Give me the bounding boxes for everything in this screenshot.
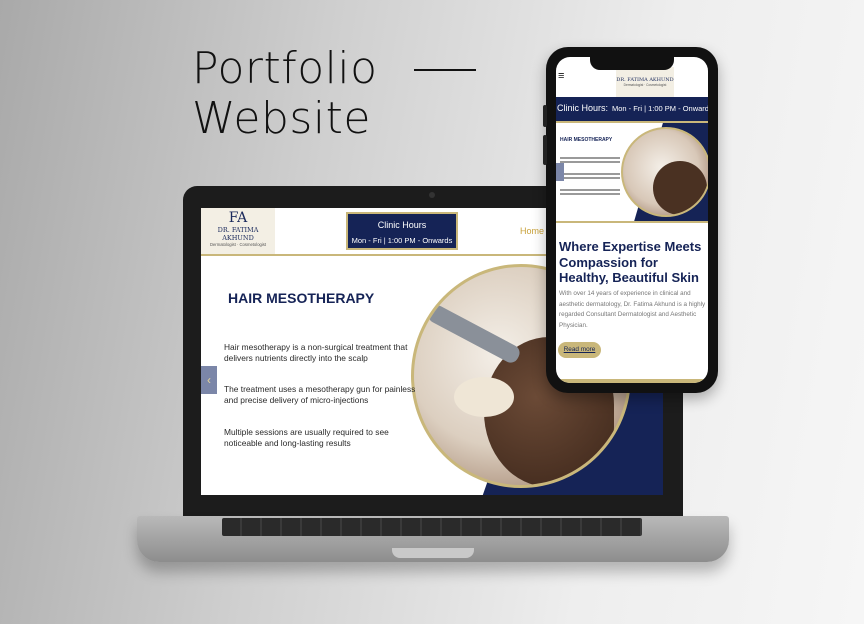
headline-line-1: Portfolio xyxy=(192,43,378,94)
headline-dash xyxy=(414,69,476,71)
mobile-logo-subtitle: Dermatologist · Cosmetologist xyxy=(623,83,667,87)
mobile-clinic-hours-title: Clinic Hours: xyxy=(557,103,609,113)
slide-point-3: Multiple sessions are usually required t… xyxy=(224,427,389,448)
mobile-slide-text-line xyxy=(560,177,620,179)
mobile-slide-text-line xyxy=(560,173,620,175)
hamburger-menu-icon[interactable]: ≡ xyxy=(558,70,564,82)
mobile-slide-text-line xyxy=(560,189,620,191)
hero-image-device xyxy=(425,302,523,366)
phone-screen: ≡ DR. FATIMA AKHUND Dermatologist · Cosm… xyxy=(556,57,708,383)
logo-name: DR. FATIMA AKHUND xyxy=(217,226,259,242)
clinic-hours-value: Mon - Fri | 1:00 PM - Onwards xyxy=(351,236,453,245)
slide-point-2: The treatment uses a mesotherapy gun for… xyxy=(224,384,416,405)
headline-line-2: Website xyxy=(192,93,371,144)
mobile-clinic-hours-value: Mon - Fri | 1:00 PM - Onward xyxy=(612,104,708,113)
mobile-slide-image-hair xyxy=(653,161,707,215)
hero-image-glove xyxy=(454,377,514,417)
headline: Portfolio Website xyxy=(192,43,476,144)
laptop-keyboard xyxy=(222,518,642,536)
phone-notch xyxy=(590,56,674,70)
mobile-slide-prev-arrow[interactable] xyxy=(556,163,564,181)
laptop-camera xyxy=(429,192,435,198)
logo-subtitle: Dermatologist · Cosmetologist xyxy=(209,242,267,247)
logo-monogram: FA xyxy=(228,210,248,226)
mobile-hero-paragraph: With over 14 years of experience in clin… xyxy=(559,290,706,329)
mobile-slide: HAIR MESOTHERAPY xyxy=(556,123,708,223)
mobile-clinic-hours-bar: Clinic Hours: Mon - Fri | 1:00 PM - Onwa… xyxy=(556,97,708,123)
mobile-slide-image xyxy=(621,127,708,217)
nav-home-link[interactable]: Home xyxy=(520,226,544,236)
mobile-slide-text-line xyxy=(560,193,620,195)
mobile-slide-text-line xyxy=(560,157,620,159)
slide-prev-arrow[interactable]: ‹ xyxy=(201,366,217,394)
mobile-slide-text-line xyxy=(560,161,620,163)
clinic-hours-title: Clinic Hours xyxy=(377,220,427,230)
phone-volume-button xyxy=(543,105,547,127)
slide-title: HAIR MESOTHERAPY xyxy=(228,290,375,306)
mobile-slide-title: HAIR MESOTHERAPY xyxy=(560,137,613,143)
phone-volume-button xyxy=(543,135,547,165)
read-more-button[interactable]: Read more xyxy=(558,342,601,358)
slide-point-1: Hair mesotherapy is a non-surgical treat… xyxy=(224,342,408,363)
mobile-bottom-border xyxy=(556,379,708,383)
desktop-logo[interactable]: FA DR. FATIMA AKHUND Dermatologist · Cos… xyxy=(201,208,275,254)
mobile-logo[interactable]: DR. FATIMA AKHUND Dermatologist · Cosmet… xyxy=(616,67,674,97)
mobile-hero-heading: Where Expertise Meets Compassion for Hea… xyxy=(559,239,702,285)
clinic-hours-box: Clinic Hours Mon - Fri | 1:00 PM - Onwar… xyxy=(346,212,458,250)
laptop-notch xyxy=(392,548,474,558)
